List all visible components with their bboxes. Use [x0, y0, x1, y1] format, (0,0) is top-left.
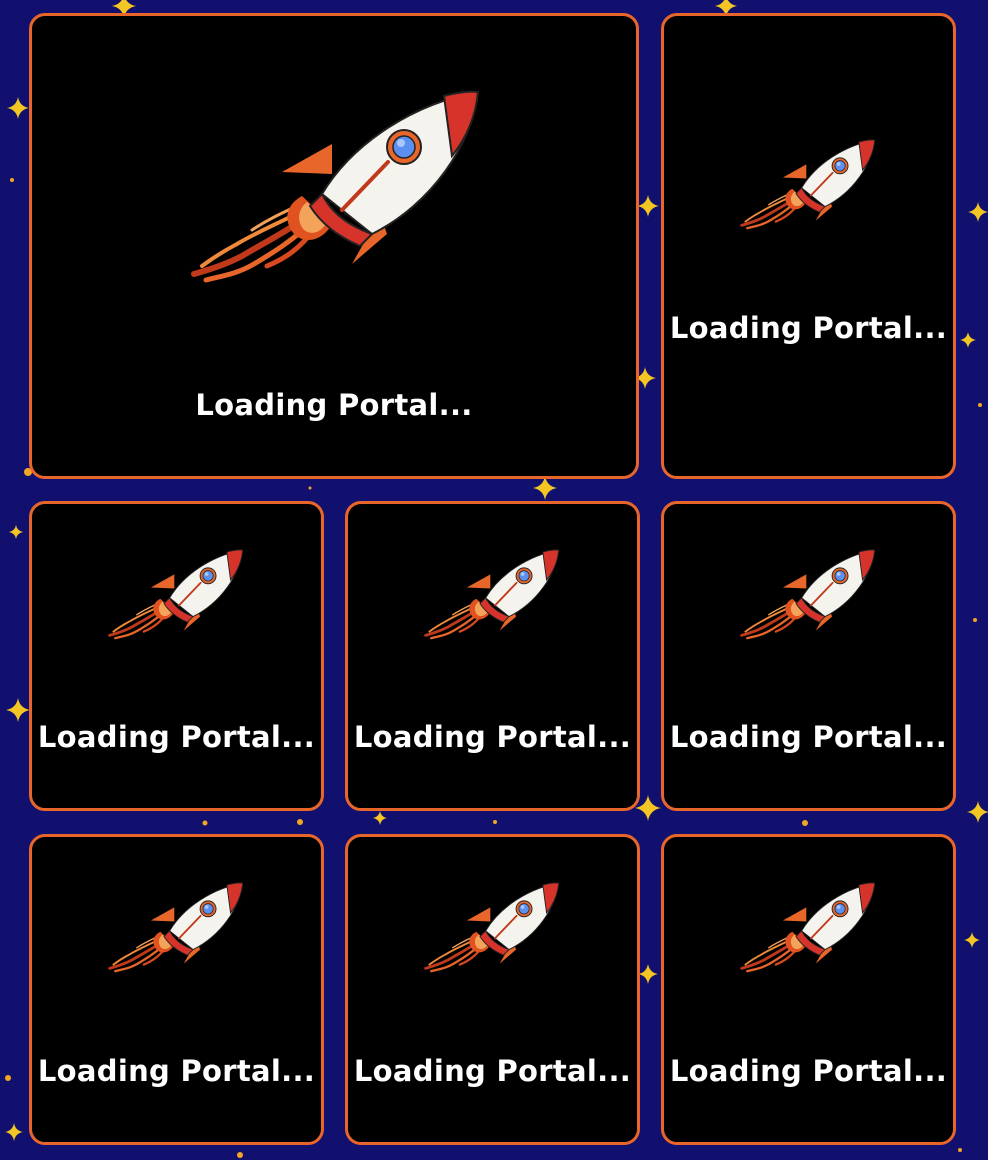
- portal-tile-7[interactable]: Loading Portal...: [345, 834, 640, 1145]
- portal-loading-label: Loading Portal...: [353, 1054, 632, 1088]
- portal-loading-label: Loading Portal...: [669, 1054, 948, 1088]
- portal-tile-6[interactable]: Loading Portal...: [29, 834, 324, 1145]
- portal-loading-label: Loading Portal...: [37, 1054, 316, 1088]
- portal-tile-5[interactable]: Loading Portal...: [661, 501, 956, 811]
- portal-tile-8[interactable]: Loading Portal...: [661, 834, 956, 1145]
- rocket-icon: [736, 136, 886, 235]
- rocket-icon: [104, 546, 254, 645]
- portal-tile-1[interactable]: Loading Portal...: [29, 13, 639, 479]
- rocket-icon: [420, 546, 570, 645]
- rocket-icon: [104, 879, 254, 978]
- rocket-icon: [182, 84, 502, 294]
- portal-loading-label: Loading Portal...: [37, 720, 316, 754]
- rocket-icon: [420, 879, 570, 978]
- portal-tile-4[interactable]: Loading Portal...: [345, 501, 640, 811]
- rocket-icon: [736, 546, 886, 645]
- portal-loading-label: Loading Portal...: [195, 388, 473, 422]
- portal-loading-label: Loading Portal...: [669, 720, 948, 754]
- portal-loading-label: Loading Portal...: [353, 720, 632, 754]
- portal-tile-2[interactable]: Loading Portal...: [661, 13, 956, 479]
- portal-tile-3[interactable]: Loading Portal...: [29, 501, 324, 811]
- rocket-icon: [736, 879, 886, 978]
- portal-loading-label: Loading Portal...: [669, 311, 948, 345]
